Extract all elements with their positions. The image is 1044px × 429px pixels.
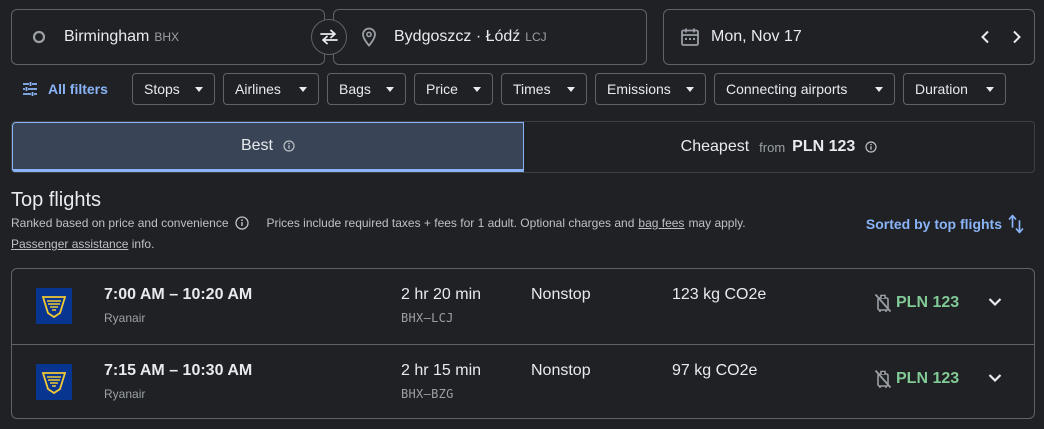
tab-best[interactable]: Best	[12, 122, 524, 172]
tab-best-label: Best	[240, 137, 273, 154]
filter-tune-icon	[22, 82, 48, 96]
tab-cheapest-label: Cheapest	[680, 138, 750, 155]
origin-city: Birmingham	[64, 28, 150, 45]
bags-filter[interactable]: Bags	[327, 73, 406, 105]
location-pin-icon	[360, 27, 378, 47]
flight-route: BHX–LCJ	[401, 311, 454, 325]
flight-route: BHX–BZG	[401, 387, 454, 401]
sort-button[interactable]: Sorted by top flights	[866, 214, 1024, 234]
caret-down-icon	[686, 87, 694, 92]
info-icon[interactable]	[234, 216, 249, 230]
chevron-left-icon[interactable]	[976, 28, 994, 46]
sorted-label: Sorted by top flights	[865, 216, 1002, 232]
flight-duration: 2 hr 20 min	[401, 286, 482, 303]
flight-price: PLN 123	[874, 369, 959, 389]
flight-list: 7:00 AM – 10:20 AM Ryanair 2 hr 20 min B…	[11, 268, 1035, 419]
airline-name: Ryanair	[104, 311, 146, 325]
chip-label: Emissions	[607, 81, 671, 97]
destination-city: Bydgoszcz · Łódź	[394, 28, 521, 45]
sort-tabs: Best Cheapest from PLN 123	[11, 121, 1035, 173]
bag-fees-link[interactable]: bag fees	[638, 216, 684, 230]
tab-cheapest[interactable]: Cheapest from PLN 123	[524, 122, 1034, 172]
airline-name: Ryanair	[104, 387, 146, 401]
chip-label: Duration	[915, 81, 968, 97]
chip-label: Bags	[339, 81, 371, 97]
ryanair-logo	[36, 364, 72, 400]
prices-text-end: may apply.	[688, 216, 746, 230]
chip-label: Times	[513, 81, 551, 97]
date-field[interactable]: Mon, Nov 17	[663, 9, 1035, 65]
caret-down-icon	[299, 87, 307, 92]
tab-cheapest-price: PLN 123	[792, 138, 856, 155]
chevron-right-icon[interactable]	[1008, 28, 1026, 46]
caret-down-icon	[195, 87, 203, 92]
info-icon[interactable]	[283, 140, 295, 152]
assistance-line: Passenger assistance info.	[11, 237, 154, 251]
flight-emissions: 123 kg CO2e	[672, 286, 767, 303]
tab-cheapest-from: from	[759, 139, 786, 155]
price-value: PLN 123	[896, 370, 960, 387]
caret-down-icon	[875, 87, 883, 92]
caret-down-icon	[386, 87, 394, 92]
destination-field[interactable]: Bydgoszcz · Łódź LCJ	[333, 9, 647, 65]
caret-down-icon	[986, 87, 994, 92]
no-carry-on-bag-icon	[874, 293, 896, 313]
calendar-icon	[680, 27, 700, 47]
connecting-airports-filter[interactable]: Connecting airports	[714, 73, 895, 105]
origin-field[interactable]: Birmingham BHX	[11, 9, 325, 65]
destination-code: LCJ	[525, 30, 547, 44]
swap-icon	[319, 29, 339, 45]
stops-filter[interactable]: Stops	[132, 73, 215, 105]
chip-label: Stops	[144, 81, 180, 97]
assistance-suffix: info.	[131, 237, 155, 251]
flight-row[interactable]: 7:15 AM – 10:30 AM Ryanair 2 hr 15 min B…	[12, 344, 1034, 420]
filter-bar: All filters Stops Airlines Bags Price Ti…	[0, 73, 1044, 105]
origin-circle-icon	[32, 30, 46, 44]
chip-label: Airlines	[235, 81, 281, 97]
no-carry-on-bag-icon	[874, 369, 896, 389]
times-filter[interactable]: Times	[501, 73, 587, 105]
price-value: PLN 123	[896, 294, 960, 311]
flight-price: PLN 123	[874, 293, 959, 313]
flight-row[interactable]: 7:00 AM – 10:20 AM Ryanair 2 hr 20 min B…	[12, 269, 1034, 344]
flight-times: 7:00 AM – 10:20 AM	[104, 286, 253, 303]
chip-label: Connecting airports	[726, 81, 848, 97]
passenger-assistance-link[interactable]: Passenger assistance	[11, 237, 128, 251]
flight-stops: Nonstop	[531, 362, 591, 379]
flight-duration: 2 hr 15 min	[401, 362, 482, 379]
caret-down-icon	[567, 87, 575, 92]
prices-text: Prices include required taxes + fees for…	[266, 216, 635, 230]
chip-label: Price	[426, 81, 458, 97]
all-filters-button[interactable]: All filters	[22, 73, 108, 105]
expand-chevron-icon[interactable]	[988, 370, 1002, 388]
origin-code: BHX	[154, 30, 180, 44]
sort-icon	[1008, 214, 1024, 234]
flight-stops: Nonstop	[531, 286, 591, 303]
results-disclaimer: Ranked based on price and convenience Pr…	[11, 216, 746, 230]
price-filter[interactable]: Price	[414, 73, 493, 105]
duration-filter[interactable]: Duration	[903, 73, 1006, 105]
info-icon[interactable]	[865, 141, 877, 153]
ryanair-logo	[36, 288, 72, 324]
swap-button[interactable]	[311, 19, 347, 55]
airlines-filter[interactable]: Airlines	[223, 73, 319, 105]
expand-chevron-icon[interactable]	[988, 294, 1002, 312]
all-filters-label: All filters	[48, 81, 108, 97]
flight-emissions: 97 kg CO2e	[672, 362, 758, 379]
ranked-text: Ranked based on price and convenience	[11, 216, 229, 230]
page-title: Top flights	[11, 189, 102, 211]
flight-times: 7:15 AM – 10:30 AM	[104, 362, 253, 379]
departure-date: Mon, Nov 17	[711, 28, 802, 45]
emissions-filter[interactable]: Emissions	[595, 73, 706, 105]
caret-down-icon	[473, 87, 481, 92]
